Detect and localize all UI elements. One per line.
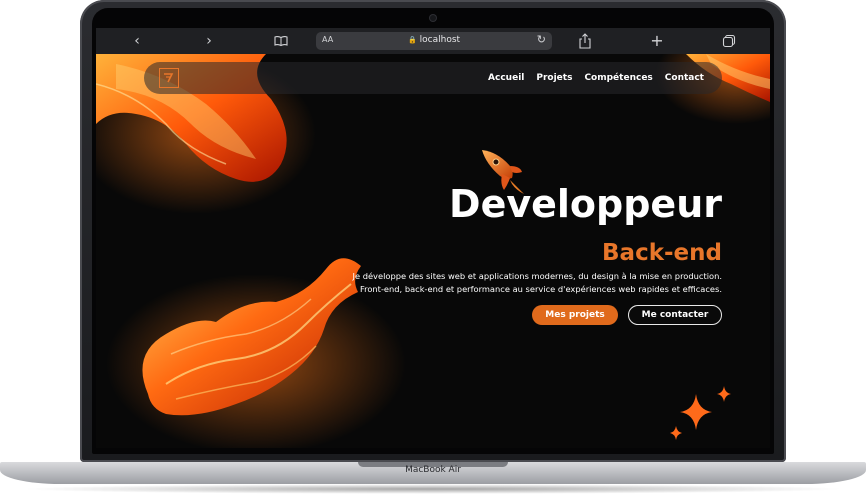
sparkles-icon (670, 386, 731, 440)
chevron-left-icon[interactable]: ‹ (128, 32, 146, 50)
screen: ‹ › AA 🔒 localhost ↻ + Accueil Projets C… (96, 28, 770, 448)
reload-icon[interactable]: ↻ (537, 33, 546, 46)
device-label: MacBook Air (405, 465, 461, 475)
hero-subtitle: Back-end (602, 240, 722, 266)
nav-link-contact[interactable]: Contact (665, 73, 704, 83)
browser-toolbar: ‹ › AA 🔒 localhost ↻ + (96, 28, 770, 54)
site-logo[interactable] (159, 68, 179, 88)
nav-link-projets[interactable]: Projets (536, 73, 572, 83)
nav-links: Accueil Projets Compétences Contact (488, 62, 704, 94)
nav-link-accueil[interactable]: Accueil (488, 73, 524, 83)
address-bar[interactable]: AA 🔒 localhost ↻ (316, 32, 552, 50)
hero-description-line: Je développe des sites web et applicatio… (352, 271, 723, 281)
share-icon[interactable] (576, 32, 594, 50)
laptop-shadow (20, 484, 846, 494)
book-icon[interactable] (272, 32, 290, 50)
hero-description-line: Front-end, back-end et performance au se… (359, 284, 722, 294)
nav-link-competences[interactable]: Compétences (584, 73, 652, 83)
url-text: localhost (419, 35, 461, 45)
lock-icon: 🔒 (407, 36, 417, 44)
plus-icon[interactable]: + (648, 32, 666, 50)
camera (430, 15, 436, 21)
contact-button[interactable]: Me contacter (628, 305, 722, 325)
hero-title: Developpeur (449, 182, 722, 226)
projects-button[interactable]: Mes projets (532, 305, 618, 325)
hero-description: Je développe des sites web et applicatio… (342, 270, 723, 296)
site-navbar: Accueil Projets Compétences Contact (144, 62, 722, 94)
chevron-right-icon[interactable]: › (200, 32, 218, 50)
tabs-icon[interactable] (720, 32, 738, 50)
web-page: Accueil Projets Compétences Contact Deve… (96, 54, 770, 448)
laptop-mockup: ‹ › AA 🔒 localhost ↻ + Accueil Projets C… (0, 0, 866, 498)
url-display: 🔒 localhost (316, 35, 552, 45)
